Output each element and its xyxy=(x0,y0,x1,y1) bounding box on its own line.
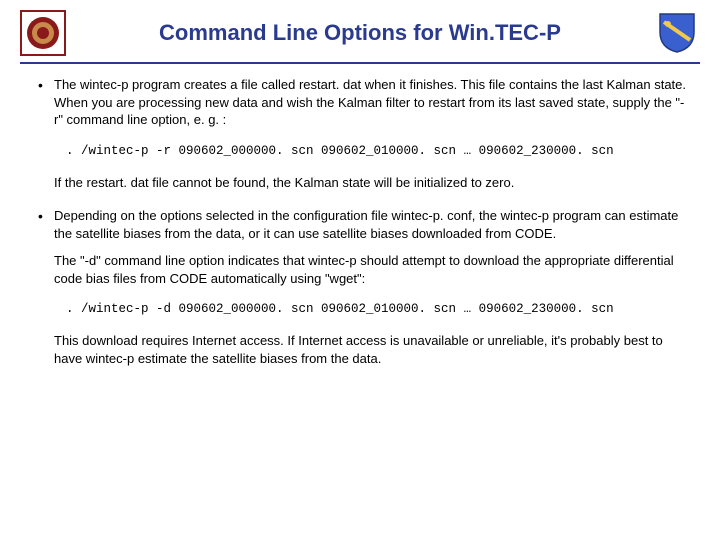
header: Command Line Options for Win.TEC-P xyxy=(0,0,720,56)
page-title: Command Line Options for Win.TEC-P xyxy=(66,20,654,46)
university-seal-icon xyxy=(20,10,66,56)
bullet-2-para3: This download requires Internet access. … xyxy=(38,332,690,367)
code-block-2: . /wintec-p -d 090602_000000. scn 090602… xyxy=(38,301,690,318)
bullet-2-text: Depending on the options selected in the… xyxy=(54,208,678,241)
code-block-1: . /wintec-p -r 090602_000000. scn 090602… xyxy=(38,143,690,160)
shield-badge-icon xyxy=(654,10,700,56)
bullet-2-para2: The "-d" command line option indicates t… xyxy=(38,252,690,287)
bullet-1-text: The wintec-p program creates a file call… xyxy=(54,77,686,127)
bullet-1-followup: If the restart. dat file cannot be found… xyxy=(38,174,690,192)
header-rule xyxy=(20,62,700,64)
bullet-1: The wintec-p program creates a file call… xyxy=(38,76,690,129)
bullet-2: Depending on the options selected in the… xyxy=(38,207,690,242)
slide-content: The wintec-p program creates a file call… xyxy=(0,76,720,367)
